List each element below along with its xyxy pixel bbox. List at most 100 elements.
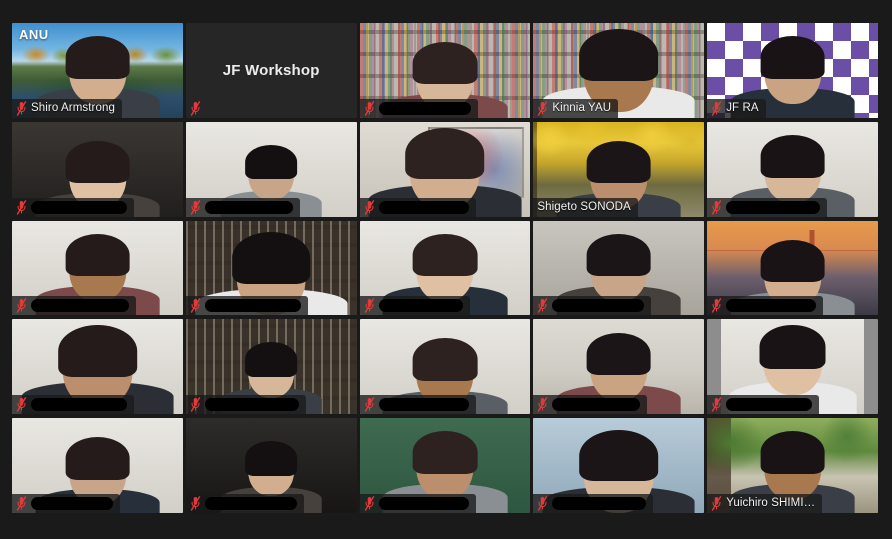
redacted-participant-name [726,398,813,412]
redacted-participant-name [378,200,469,214]
participant-name-bar [185,296,308,316]
mic-muted-icon [16,298,27,314]
mic-muted-icon [712,199,722,215]
participant-tile[interactable] [533,220,705,316]
mic-muted-icon [712,100,722,116]
mic-muted-icon [190,397,201,412]
participant-tile[interactable] [707,121,878,217]
participant-name-bar [12,395,134,415]
participant-tile[interactable]: JF Workshop [185,23,357,118]
participant-tile[interactable] [533,319,705,415]
participant-name-bar: Kinnia YAU [533,98,619,118]
redacted-participant-name [31,299,129,313]
participant-name-bar [707,296,824,316]
redacted-participant-name [378,101,471,115]
participant-tile[interactable]: Yuichiro SHIMI… [707,418,878,513]
participant-tile[interactable] [707,220,878,316]
mic-muted-icon [712,397,722,412]
placeholder-display-name: JF Workshop [222,61,320,79]
participant-tile[interactable] [185,220,357,316]
participant-tile[interactable] [12,121,183,217]
mic-muted-icon [537,397,548,412]
participant-name-bar [359,296,470,316]
participant-tile[interactable]: Shigeto SONODA [533,121,705,217]
mic-muted-icon [190,298,200,314]
mic-muted-icon [16,496,27,511]
mic-muted-icon [16,100,27,116]
participant-name-bar [12,197,134,217]
mic-muted-icon [712,298,722,314]
participant-tile[interactable]: Kinnia YAU [533,23,705,118]
mic-muted-icon [711,199,722,215]
participant-tile[interactable] [12,418,183,513]
redacted-participant-name [378,497,469,510]
participant-tile[interactable] [185,121,357,217]
mic-muted-icon [364,100,374,116]
participant-tile[interactable] [185,319,357,415]
participant-name-bar [707,197,828,217]
participant-tile[interactable] [707,319,878,415]
mic-muted-icon [538,397,548,412]
participant-tile[interactable]: ANU Shiro Armstrong [12,23,183,118]
mic-muted-icon [711,100,722,116]
redacted-participant-name [31,398,127,412]
mic-muted-icon [537,100,548,116]
participant-name-bar [533,494,654,513]
mic-muted-icon [364,298,375,314]
redacted-participant-name [204,200,293,214]
redacted-participant-name [204,497,297,510]
zoom-meeting-window: ANU Shiro Armstrong JF Workshop Kinnia YAU J… [0,0,892,539]
mic-muted-icon [537,298,548,314]
participant-tile[interactable] [359,220,531,316]
redacted-participant-name [31,497,113,510]
participant-tile[interactable] [359,418,531,513]
redacted-participant-name [552,497,647,510]
mic-muted-icon [711,397,722,412]
participant-name-bar [185,395,306,415]
participant-name-label: JF RA [726,101,759,114]
redacted-participant-name [31,200,127,214]
mic-muted-icon [190,397,200,412]
mic-muted-icon [538,496,548,511]
participant-name-label: Shiro Armstrong [31,101,115,114]
mic-muted-icon [364,397,375,412]
participant-tile[interactable] [359,319,531,415]
mic-muted-icon [190,496,201,511]
participant-name-bar: JF RA [707,98,766,118]
mic-muted-icon [16,199,27,215]
mic-muted-icon [364,199,374,215]
participant-tile[interactable] [359,23,531,118]
participant-name-bar: Yuichiro SHIMI… [707,494,823,513]
redacted-participant-name [726,200,821,214]
mic-muted-icon [190,100,201,116]
participant-tile[interactable] [12,319,183,415]
mic-muted-icon [190,298,201,314]
participant-name-bar [185,98,208,118]
mic-muted-icon [364,397,374,412]
participant-tile[interactable] [533,418,705,513]
participant-name-bar [12,296,136,316]
mic-muted-icon [190,199,200,215]
participant-tile[interactable] [12,220,183,316]
participant-tile[interactable] [185,418,357,513]
participant-name-bar [359,395,476,415]
mic-muted-icon [364,496,374,511]
mic-muted-icon [364,100,375,116]
mic-muted-icon [538,298,548,314]
participant-name-bar [359,494,476,513]
participant-name-label: Yuichiro SHIMI… [726,497,816,509]
mic-muted-icon [364,199,375,215]
mic-muted-icon [538,100,548,116]
mic-muted-icon [711,496,722,511]
mic-muted-icon [712,496,722,511]
participant-name-bar [185,494,304,513]
participant-name-bar: Shigeto SONODA [533,197,638,217]
mic-muted-icon [190,496,200,511]
redacted-participant-name [552,299,645,313]
background-watermark: ANU [19,27,49,42]
redacted-participant-name [726,299,817,313]
mic-muted-icon [364,496,375,511]
participant-tile[interactable]: JF RA [707,23,878,118]
participant-tile[interactable] [359,121,531,217]
participant-name-label: Kinnia YAU [552,101,612,114]
